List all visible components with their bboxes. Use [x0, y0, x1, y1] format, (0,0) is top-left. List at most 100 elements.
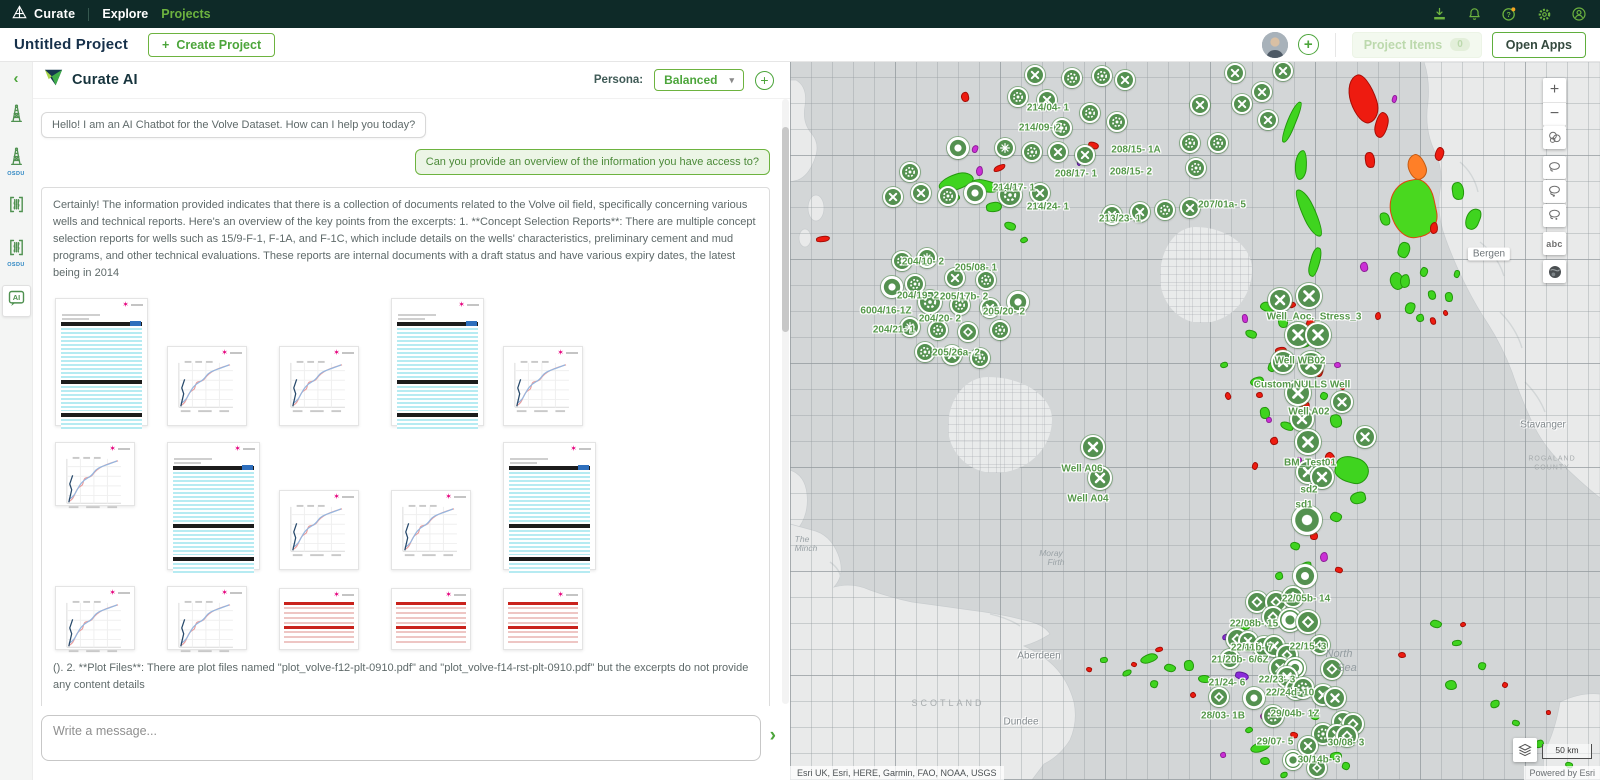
plot-thumbnail[interactable]: ✶ — [503, 346, 583, 427]
well-marker[interactable] — [1081, 435, 1105, 459]
sidebar-item-ai[interactable]: AI — [1, 285, 31, 317]
settings-icon[interactable] — [1535, 5, 1553, 23]
well-marker[interactable] — [1331, 391, 1353, 413]
well-marker[interactable] — [1092, 66, 1112, 86]
collapse-panel-icon[interactable]: ‹ — [14, 71, 19, 86]
well-marker[interactable] — [1273, 62, 1293, 81]
well-marker[interactable] — [1130, 202, 1150, 222]
report-thumbnail[interactable]: ✶ — [503, 442, 596, 576]
layers-icon[interactable] — [1513, 738, 1537, 762]
well-marker[interactable] — [1243, 687, 1265, 709]
well-marker[interactable] — [1292, 505, 1322, 535]
red-table-thumbnail[interactable]: ✶ — [279, 588, 359, 651]
well-marker[interactable] — [1225, 63, 1245, 83]
well-marker[interactable] — [1208, 133, 1228, 153]
well-marker[interactable] — [1252, 82, 1272, 102]
well-marker[interactable] — [1220, 649, 1240, 669]
well-marker[interactable] — [1052, 118, 1072, 138]
well-marker[interactable] — [900, 317, 920, 337]
well-marker[interactable] — [1115, 70, 1135, 90]
well-marker[interactable] — [1268, 288, 1292, 312]
well-marker[interactable] — [1080, 103, 1100, 123]
lasso-point-button[interactable] — [1543, 180, 1566, 203]
well-marker[interactable] — [1025, 65, 1045, 85]
zoom-in-button[interactable]: + — [1543, 78, 1566, 102]
well-marker[interactable] — [918, 290, 942, 314]
well-marker[interactable] — [1186, 158, 1206, 178]
well-marker[interactable] — [958, 322, 978, 342]
new-chat-button[interactable]: + — [755, 70, 774, 90]
sidebar-item-seismic[interactable] — [6, 194, 27, 220]
well-marker[interactable] — [1155, 200, 1175, 220]
well-marker[interactable] — [1290, 407, 1314, 431]
well-marker[interactable] — [1048, 142, 1068, 162]
well-marker[interactable] — [990, 320, 1010, 340]
plot-thumbnail[interactable]: ✶ — [167, 586, 247, 653]
send-button[interactable]: › — [770, 726, 776, 745]
well-marker[interactable] — [1310, 635, 1330, 655]
well-marker[interactable] — [1298, 736, 1318, 756]
avatar[interactable] — [1261, 31, 1288, 58]
plot-thumbnail[interactable]: ✶ — [167, 346, 247, 427]
well-marker[interactable] — [964, 182, 986, 204]
well-marker[interactable] — [1305, 322, 1331, 348]
well-marker[interactable] — [1285, 380, 1311, 406]
sidebar-item-seismic-osdu[interactable]: OSDU — [6, 237, 27, 268]
well-marker[interactable] — [883, 187, 903, 207]
well-marker[interactable] — [1180, 198, 1200, 218]
plot-thumbnail[interactable]: ✶ — [279, 346, 359, 427]
well-marker[interactable] — [1282, 586, 1304, 608]
well-marker[interactable] — [998, 183, 1022, 207]
report-thumbnail[interactable]: ✶ — [55, 298, 148, 432]
well-marker[interactable] — [942, 345, 962, 365]
well-marker[interactable] — [911, 183, 931, 203]
help-icon[interactable]: ? — [1500, 5, 1518, 23]
well-marker[interactable] — [938, 186, 958, 206]
well-marker[interactable] — [980, 298, 1000, 318]
nav-tab-explore[interactable]: Explore — [102, 7, 148, 21]
well-marker[interactable] — [1190, 95, 1210, 115]
labels-toggle-button[interactable]: abc — [1543, 232, 1566, 255]
well-marker[interactable] — [1324, 687, 1346, 709]
well-marker[interactable] — [1298, 351, 1324, 377]
report-thumbnail[interactable]: ✶ — [391, 298, 484, 432]
project-items-button[interactable]: Project Items 0 — [1351, 31, 1482, 58]
well-marker[interactable] — [1037, 90, 1057, 110]
red-table-thumbnail[interactable]: ✶ — [503, 588, 583, 651]
well-marker[interactable] — [892, 251, 912, 271]
sidebar-item-derrick[interactable] — [6, 103, 27, 129]
sidebar-item-derrick-osdu[interactable]: OSDU — [6, 146, 27, 177]
persona-select[interactable]: Balanced ▾ — [654, 69, 744, 91]
well-marker[interactable] — [1007, 291, 1029, 313]
plot-thumbnail[interactable]: ✶ — [279, 490, 359, 571]
well-marker[interactable] — [1232, 94, 1252, 114]
well-marker[interactable] — [1310, 465, 1334, 489]
well-marker[interactable] — [928, 320, 948, 340]
well-marker[interactable] — [915, 342, 935, 362]
well-marker[interactable] — [905, 274, 925, 294]
zoom-out-button[interactable]: − — [1543, 103, 1566, 127]
plot-thumbnail[interactable]: ✶ — [55, 442, 135, 509]
well-marker[interactable] — [1336, 725, 1358, 747]
well-marker[interactable] — [1307, 758, 1327, 778]
plot-thumbnail[interactable]: ✶ — [391, 490, 471, 571]
well-marker[interactable] — [947, 137, 969, 159]
lasso-button[interactable] — [1543, 156, 1566, 179]
well-marker[interactable] — [970, 348, 990, 368]
well-marker[interactable] — [1088, 466, 1112, 490]
well-marker[interactable] — [1271, 350, 1295, 374]
well-marker[interactable] — [1321, 658, 1343, 680]
well-marker[interactable] — [945, 268, 965, 288]
create-project-button[interactable]: + Create Project — [148, 32, 276, 57]
well-marker[interactable] — [1296, 610, 1320, 634]
chat-scrollbar[interactable] — [782, 99, 789, 704]
well-marker[interactable] — [881, 276, 903, 298]
well-marker[interactable] — [1262, 705, 1284, 727]
add-member-button[interactable]: + — [1297, 34, 1319, 55]
account-icon[interactable] — [1570, 5, 1588, 23]
well-marker[interactable] — [1296, 283, 1322, 309]
red-table-thumbnail[interactable]: ✶ — [391, 588, 471, 651]
well-marker[interactable] — [1075, 145, 1095, 165]
well-marker[interactable] — [1295, 429, 1321, 455]
well-marker[interactable] — [1209, 687, 1229, 707]
